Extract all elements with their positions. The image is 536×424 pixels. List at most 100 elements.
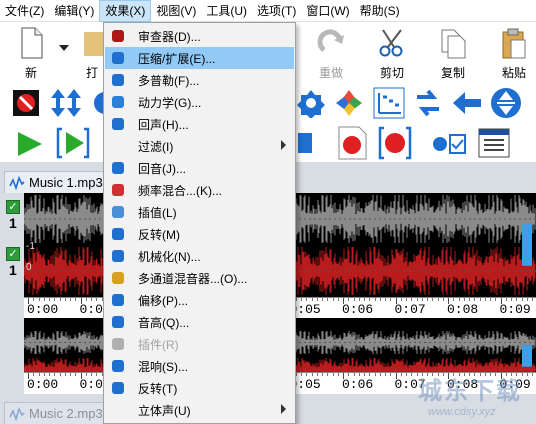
minor-tick xyxy=(532,373,533,376)
playhead-marker[interactable] xyxy=(522,224,532,266)
stereo-icon[interactable] xyxy=(490,87,522,119)
minor-tick xyxy=(327,373,329,376)
redo-button-label: 重做 xyxy=(318,66,343,80)
playhead-marker[interactable] xyxy=(522,345,532,367)
channel-1-checkbox[interactable]: ✓ xyxy=(6,200,20,214)
minor-tick xyxy=(532,298,533,301)
track-tab-1[interactable]: Music 1.mp3 xyxy=(4,171,110,193)
effects-menu-item[interactable]: 多通道混音器...(O)... xyxy=(105,267,294,289)
minor-tick xyxy=(369,298,371,301)
play-icon[interactable] xyxy=(14,130,44,158)
minor-tick xyxy=(526,298,528,301)
effects-menu-item[interactable]: 混响(S)... xyxy=(105,355,294,377)
effects-menu-item[interactable]: 立体声(U) xyxy=(105,399,294,421)
minor-tick xyxy=(33,298,35,301)
minor-tick xyxy=(469,373,470,376)
minor-tick xyxy=(70,373,71,376)
blank-icon xyxy=(110,138,126,154)
minor-tick xyxy=(469,298,470,301)
tick-label: 0:00 xyxy=(27,377,59,392)
minor-tick xyxy=(505,373,507,376)
effects-menu-item-label: 机械化(N)... xyxy=(138,249,201,264)
effects-menu-item[interactable]: 偏移(P)... xyxy=(105,289,294,311)
reverse-icon xyxy=(112,228,124,240)
minor-tick xyxy=(311,298,313,301)
menu-4[interactable]: 视图(V) xyxy=(151,0,201,22)
minor-tick xyxy=(374,373,376,376)
minor-tick xyxy=(49,373,50,376)
effects-menu-item[interactable]: 回声(H)... xyxy=(105,113,294,135)
mechanize-icon[interactable] xyxy=(296,88,326,118)
minor-tick xyxy=(54,298,56,301)
track-tab-2[interactable]: Music 2.mp3 xyxy=(4,402,110,424)
new-button[interactable]: 新 xyxy=(6,26,56,80)
minor-tick xyxy=(85,373,87,376)
minor-tick xyxy=(511,298,512,301)
multichannel-mixer-icon xyxy=(112,272,124,284)
minor-tick xyxy=(442,298,444,301)
menu-2[interactable]: 编辑(Y) xyxy=(49,0,99,22)
minor-tick xyxy=(390,373,392,376)
record-selection-icon[interactable] xyxy=(378,126,412,160)
menu-3[interactable]: 效果(X) xyxy=(99,0,152,22)
new-dropdown-arrow[interactable] xyxy=(52,26,76,80)
stop-icon[interactable] xyxy=(298,130,312,156)
record-file-icon[interactable] xyxy=(336,126,368,160)
menu-5[interactable]: 工具(U) xyxy=(201,0,252,22)
record-options-icon[interactable] xyxy=(432,132,466,156)
effects-menu-item[interactable]: 机械化(N)... xyxy=(105,245,294,267)
paste-button[interactable]: 粘贴 xyxy=(489,26,536,80)
effects-menu-item[interactable]: 反转(T) xyxy=(105,377,294,399)
effects-menu-item-label: 混响(S)... xyxy=(138,359,188,374)
effects-menu-item: 插件(R) xyxy=(105,333,294,355)
effects-menu-item[interactable]: 审查器(D)... xyxy=(105,25,294,47)
compress-expand-icon[interactable] xyxy=(50,87,82,119)
effects-menu-item[interactable]: 反转(M) xyxy=(105,223,294,245)
effects-dropdown-menu: 审查器(D)... 压缩/扩展(E)... 多普勒(F)... 动力学(G)... 回声… xyxy=(103,22,296,424)
minor-tick xyxy=(59,298,61,301)
effects-menu-item[interactable]: 频率混合...(K)... xyxy=(105,179,294,201)
mixer-window-icon[interactable] xyxy=(478,128,510,158)
copy-icon xyxy=(441,29,466,59)
effects-menu-item-label: 频率混合...(K)... xyxy=(138,183,223,198)
minor-tick xyxy=(516,373,518,376)
reverb-icon xyxy=(112,162,124,174)
reverberation-icon[interactable] xyxy=(413,89,443,117)
effects-menu-item-label: 回声(H)... xyxy=(138,117,189,132)
effects-menu-item[interactable]: 压缩/扩展(E)... xyxy=(105,47,294,69)
inspector-icon[interactable] xyxy=(12,89,40,117)
channel-1-number: 1 xyxy=(9,215,17,231)
channel-2-checkbox[interactable]: ✓ xyxy=(6,247,20,261)
mechanize-icon xyxy=(112,250,124,262)
chevron-down-icon xyxy=(59,45,69,51)
effects-menu-item[interactable]: 多普勒(F)... xyxy=(105,69,294,91)
effects-menu-item[interactable]: 回音(J)... xyxy=(105,157,294,179)
effects-menu-item[interactable]: 音高(Q)... xyxy=(105,311,294,333)
copy-button[interactable]: 复制 xyxy=(428,26,478,80)
minor-tick xyxy=(400,298,402,301)
multichannel-mixer-icon[interactable] xyxy=(334,88,364,118)
effects-menu-item[interactable]: 过滤(I) xyxy=(105,135,294,157)
cut-button[interactable]: 剪切 xyxy=(367,26,417,80)
menu-6[interactable]: 选项(T) xyxy=(252,0,301,22)
play-selection-icon[interactable] xyxy=(56,127,90,159)
minor-tick xyxy=(390,298,392,301)
invert-icon[interactable] xyxy=(451,90,483,116)
minor-tick xyxy=(453,298,455,301)
minor-tick xyxy=(306,373,308,376)
menu-1[interactable]: 文件(Z) xyxy=(0,0,49,22)
open-icon xyxy=(84,32,104,56)
menu-7[interactable]: 窗口(W) xyxy=(301,0,354,22)
minor-tick xyxy=(322,298,323,301)
menu-8[interactable]: 帮助(S) xyxy=(355,0,405,22)
effects-menu-item[interactable]: 插值(L) xyxy=(105,201,294,223)
pitch-icon[interactable] xyxy=(373,87,405,119)
minor-tick xyxy=(427,373,428,376)
blank-icon xyxy=(110,402,126,418)
effects-menu-item-label: 偏移(P)... xyxy=(138,293,188,308)
redo-button[interactable]: 重做 xyxy=(306,26,356,80)
effects-menu-item[interactable]: 动力学(G)... xyxy=(105,91,294,113)
offset-icon xyxy=(112,294,124,306)
menu-bar: 文件(Z) 编辑(Y) 效果(X) 视图(V) 工具(U) 选项(T) 窗口(W) 帮助(S) xyxy=(0,0,536,22)
open-button[interactable]: 打 xyxy=(80,26,104,80)
